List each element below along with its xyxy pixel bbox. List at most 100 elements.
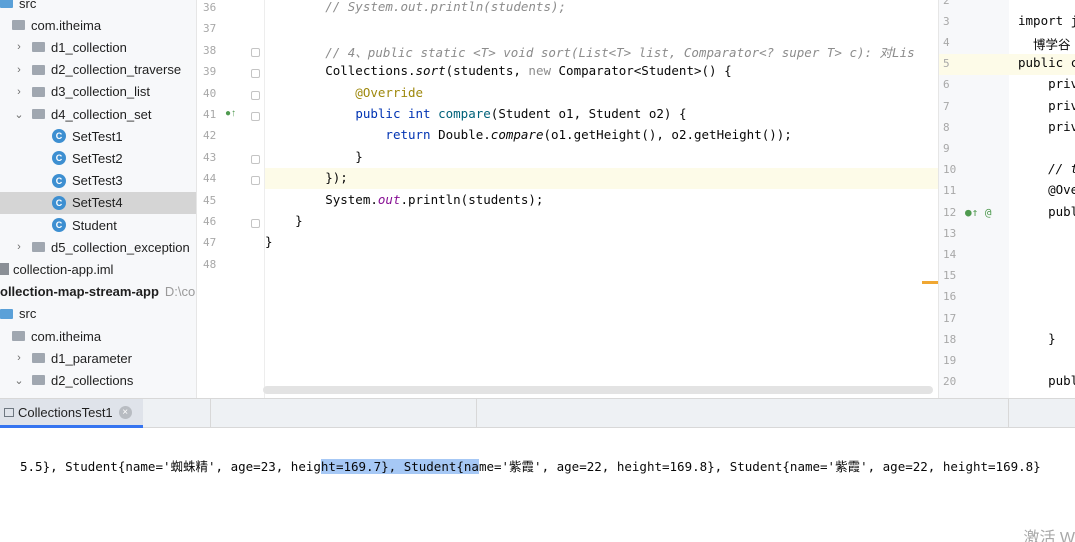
warning-marker[interactable] [922,281,938,284]
chevron-right-icon[interactable]: › [12,41,26,53]
tree-item[interactable]: com.itheima [0,14,196,36]
tree-item[interactable]: › d1_collection [0,36,196,58]
code-line[interactable]: return Double.compare(o1.getHeight(), o2… [265,127,938,142]
code-line[interactable]: priv [1018,119,1075,134]
code-line[interactable]: @Override [265,85,938,100]
fold-marker-icon[interactable] [251,69,260,79]
project-tree: src com.itheima › d1_collection › d2_collecti… [0,0,197,398]
code-line[interactable]: }); [265,170,938,185]
code-line[interactable]: } [265,149,938,164]
code-token: (o1.getHeight(), o2.getHeight()); [543,127,792,143]
package-icon [12,331,25,341]
code-line[interactable]: priv [1018,98,1075,113]
code-line[interactable]: publ [1018,204,1075,219]
folder-icon [0,308,13,319]
code-token: Collections. [265,63,416,79]
code-line[interactable]: } [265,213,938,228]
code-line[interactable]: System.out.println(students); [265,192,938,207]
tree-item-label: d1_collection [51,39,127,55]
tree-item[interactable]: › d3_collection_list [0,81,196,103]
run-console[interactable]: 5.5}, Student{name='蜘蛛精', age=23, height… [0,428,1075,542]
chevron-right-icon[interactable]: › [12,86,26,98]
code-line[interactable]: public int compare(Student o1, Student o… [265,106,938,121]
override-gutter-icon[interactable]: ●↑ @ [965,206,1005,219]
horizontal-scrollbar[interactable] [263,386,933,394]
chevron-right-icon[interactable]: › [12,241,26,253]
chevron-down-icon[interactable]: ⌄ [12,108,26,121]
tree-item[interactable]: › d5_collection_exception [0,236,196,258]
line-number: 38 [203,43,217,57]
line-number: 2 [943,0,950,7]
tree-item[interactable]: ⌄ d2_collections [0,369,196,391]
code-line[interactable]: @Ove [1018,182,1075,197]
code-line[interactable]: // System.out.println(students); [265,0,938,14]
code-token: } [265,148,363,164]
chevron-right-icon[interactable]: › [12,64,26,76]
tree-item[interactable]: › d1_parameter [0,347,196,369]
code-line[interactable]: 博学谷 [1018,34,1071,53]
code-token: new [528,63,551,79]
line-number: 15 [943,269,957,283]
tree-item[interactable]: C SetTest1 [0,125,196,147]
fold-marker-icon[interactable] [251,112,260,121]
code-token: } [265,213,303,228]
secondary-editor[interactable]: 2 3 4 5 6 7 8 9 10 11 12 13 14 15 16 17 18 19 20 import j 博… [938,0,1075,398]
fold-marker-icon[interactable] [251,176,260,186]
fold-marker-icon[interactable] [251,90,260,100]
tree-item[interactable]: ollection-map-stream-app D:\co [0,281,196,303]
line-number: 7 [943,99,950,113]
code-line[interactable]: // 4、public static <T> void sort(List<T>… [265,42,938,61]
code-token: (Student o1, Student o2) { [490,106,687,121]
tree-item[interactable]: C Student [0,214,196,236]
fold-marker-icon[interactable] [251,154,260,164]
folder-icon [32,86,45,97]
implements-method-icon[interactable]: ●↑ [225,108,243,119]
console-output-line[interactable]: 5.5}, Student{name='蜘蛛精', age=23, height… [20,456,1041,475]
java-class-icon: C [52,151,66,166]
fold-marker-icon[interactable] [251,219,260,228]
tree-item[interactable]: src [0,0,196,14]
code-line[interactable]: Collections.sort(students, new Comparato… [265,63,938,78]
tree-item[interactable]: C SetTest3 [0,170,196,192]
line-number: 3 [943,14,950,28]
line-number: 10 [943,163,957,177]
code-line[interactable]: } [265,234,938,249]
tree-item[interactable]: C SetTest2 [0,147,196,169]
line-number: 37 [203,22,217,36]
line-number: 47 [203,236,217,250]
code-line[interactable]: // t [1018,161,1075,176]
tab-collectionstest1[interactable]: CollectionsTest1 × [0,399,143,428]
tree-item[interactable]: › d2_collection_traverse [0,59,196,81]
tree-item-label: d1_parameter [51,350,132,366]
line-number: 11 [943,184,957,198]
code-editor[interactable]: 36 37 38 39 40 41 42 43 44 45 46 47 48 ●↑ // System.o… [197,0,938,398]
tree-item[interactable]: ⌄ d4_collection_set [0,103,196,125]
code-line[interactable]: } [1018,331,1056,346]
java-class-icon: C [52,173,66,188]
code-line[interactable]: public c [1018,55,1075,70]
fold-marker-icon[interactable] [251,47,260,57]
tree-item-label: collection-app.iml [13,261,114,277]
module-path: D:\co [164,284,196,300]
tree-item[interactable]: com.itheima [0,325,196,347]
tree-item[interactable]: src [0,303,196,325]
code-line[interactable]: import j [1018,13,1075,28]
chevron-right-icon[interactable]: › [12,352,26,364]
line-number: 46 [203,215,217,228]
close-icon[interactable]: × [118,405,132,419]
tree-item-label: SetTest3 [72,173,123,189]
tree-item[interactable]: C SetTest4 [0,191,196,214]
java-class-icon: C [52,195,66,210]
java-class-icon: C [52,218,66,232]
tree-item[interactable]: collection-app.iml [0,258,196,280]
code-line[interactable]: priv [1018,76,1075,91]
tree-item-label: ollection-map-stream-app [0,284,159,300]
folder-icon [32,375,45,386]
chevron-down-icon[interactable]: ⌄ [12,374,26,387]
line-number: 9 [943,141,950,155]
code-line[interactable]: publ [1018,373,1075,388]
code-token: compare [438,106,491,121]
folder-icon [32,64,45,75]
